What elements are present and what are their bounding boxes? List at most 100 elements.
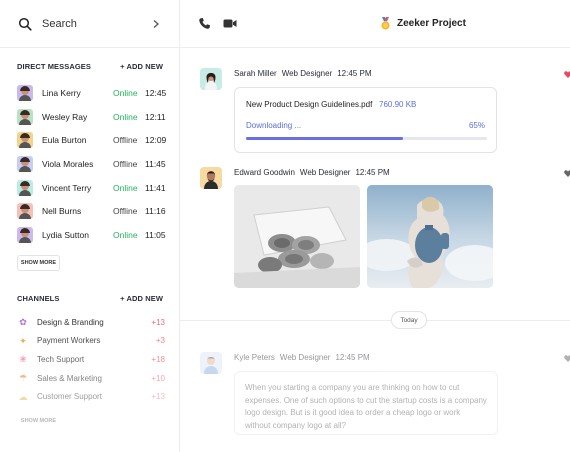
- contact-time: 11:45: [145, 158, 166, 169]
- image-attachment-towels[interactable]: [234, 185, 360, 288]
- avatar[interactable]: [200, 167, 222, 189]
- contact-status: Online: [113, 182, 138, 193]
- channel-unread-count: +13: [151, 317, 165, 327]
- download-progress-bar: [246, 137, 487, 140]
- cloud-icon: ☁: [18, 391, 28, 402]
- date-divider-line: [180, 320, 570, 321]
- heart-icon[interactable]: [564, 170, 570, 177]
- file-size: 760.90 KB: [379, 100, 417, 109]
- file-attachment[interactable]: New Product Design Guidelines.pdf 760.90…: [234, 87, 497, 153]
- flower-icon: ❀: [19, 354, 27, 365]
- direct-message-item[interactable]: Viola Morales Offline 11:45: [17, 152, 166, 176]
- avatar: [17, 226, 33, 243]
- channels-list: ✿ Design & Branding +13 ✦ Payment Workers +3 ❀…: [17, 313, 166, 406]
- channel-unread-count: +10: [151, 373, 165, 383]
- direct-message-item[interactable]: Lydia Sutton Online 11:05: [17, 223, 166, 247]
- avatar-hair: [20, 227, 30, 233]
- project-title: Zeeker Project: [380, 17, 466, 30]
- video-camera-icon[interactable]: [223, 18, 237, 29]
- sender-name[interactable]: Sarah Miller: [234, 69, 277, 78]
- download-status: Downloading ...: [246, 121, 302, 130]
- sender-name[interactable]: Kyle Peters: [234, 353, 275, 362]
- contact-name: Viola Morales: [42, 158, 94, 169]
- avatar: [17, 84, 33, 101]
- avatar-body: [19, 165, 31, 172]
- download-percent: 65%: [468, 121, 485, 130]
- medal-icon: [381, 17, 390, 30]
- contact-time: 11:05: [145, 229, 166, 240]
- contact-status: Offline: [113, 158, 138, 169]
- contact-time: 12:11: [145, 111, 166, 122]
- message-time: 12:45 PM: [337, 69, 372, 78]
- show-more-channels-button[interactable]: SHOW MORE: [17, 413, 60, 429]
- avatar: [17, 203, 33, 220]
- direct-message-item[interactable]: Eula Burton Offline 12:09: [17, 128, 167, 152]
- avatar-hair: [20, 85, 30, 91]
- channels-header: CHANNELS + ADD NEW: [0, 294, 180, 303]
- contact-name: Eula Burton: [42, 135, 87, 146]
- heart-icon[interactable]: [564, 355, 570, 362]
- message-text: When you starting a company you are thin…: [234, 371, 498, 435]
- image-attachment-sculpture[interactable]: [367, 185, 493, 288]
- contact-name: Lydia Sutton: [42, 229, 89, 240]
- conversation-header: Zeeker Project: [180, 0, 570, 48]
- contact-status: Online: [113, 111, 138, 122]
- direct-message-item[interactable]: Vincent Terry Online 11:41: [17, 176, 166, 200]
- avatar-hair: [20, 156, 30, 162]
- channel-item[interactable]: ☁ Customer Support +13: [17, 387, 166, 406]
- avatar-hair: [20, 133, 30, 139]
- avatar-hair: [20, 109, 30, 115]
- heart-icon[interactable]: [564, 71, 570, 78]
- direct-message-item[interactable]: Wesley Ray Online 12:11: [17, 105, 166, 129]
- show-more-messages-button[interactable]: SHOW MORE: [17, 255, 60, 271]
- channel-unread-count: +3: [155, 336, 165, 346]
- channel-name: Tech Support: [37, 354, 85, 364]
- avatar: [17, 132, 33, 149]
- sculpture-sky-image: [367, 185, 493, 288]
- direct-message-item[interactable]: Nell Burns Offline 11:16: [17, 199, 166, 223]
- conversation-panel: Zeeker Project Sarah Miller Web Designer…: [180, 0, 570, 452]
- chat-app: Search DIRECT MESSAGES + ADD NEW Lina Ke…: [0, 0, 570, 452]
- contact-time: 12:45: [145, 87, 167, 98]
- avatar-body: [19, 118, 31, 125]
- add-direct-message-button[interactable]: + ADD NEW: [120, 62, 163, 71]
- channel-name: Sales & Marketing: [37, 373, 102, 383]
- avatar-body: [19, 236, 31, 243]
- avatar[interactable]: [200, 68, 222, 90]
- contact-status: Offline: [113, 206, 138, 217]
- message-meta: Edward Goodwin Web Designer 12:45 PM: [234, 168, 390, 177]
- file-name[interactable]: New Product Design Guidelines.pdf: [246, 100, 372, 109]
- avatar: [17, 155, 33, 172]
- channel-name: Payment Workers: [37, 336, 101, 346]
- avatar-hair: [20, 180, 30, 186]
- contact-time: 12:09: [145, 135, 167, 146]
- channel-item[interactable]: ☂ Sales & Marketing +10: [17, 369, 165, 388]
- search-bar[interactable]: Search: [0, 0, 179, 48]
- contact-status: Online: [113, 229, 138, 240]
- direct-message-item[interactable]: Lina Kerry Online 12:45: [17, 81, 167, 105]
- avatar[interactable]: [200, 352, 222, 374]
- channel-item[interactable]: ❀ Tech Support +18: [17, 350, 165, 369]
- message-meta: Sarah Miller Web Designer 12:45 PM: [234, 69, 371, 78]
- sender-role: Web Designer: [279, 353, 331, 362]
- channel-name: Customer Support: [37, 392, 102, 402]
- channels-title: CHANNELS: [17, 294, 60, 303]
- rainbow-icon: ☂: [18, 373, 28, 384]
- towel-stack-image: [234, 185, 360, 288]
- phone-icon[interactable]: [198, 17, 211, 30]
- contact-name: Nell Burns: [42, 206, 82, 217]
- direct-messages-list: Lina Kerry Online 12:45 Wesley Ray Online 12:…: [17, 81, 167, 247]
- sidebar: Search DIRECT MESSAGES + ADD NEW Lina Ke…: [0, 0, 180, 452]
- contact-name: Wesley Ray: [42, 111, 88, 122]
- contact-status: Offline: [113, 135, 138, 146]
- avatar: [17, 108, 33, 125]
- user-portrait-icon: [200, 352, 222, 374]
- contact-name: Lina Kerry: [42, 87, 81, 98]
- chevron-right-icon[interactable]: [151, 19, 161, 29]
- search-input[interactable]: Search: [42, 18, 151, 30]
- add-channel-button[interactable]: + ADD NEW: [120, 294, 163, 303]
- channel-item[interactable]: ✦ Payment Workers +3: [17, 332, 165, 351]
- contact-time: 11:41: [145, 182, 166, 193]
- channel-item[interactable]: ✿ Design & Branding +13: [17, 313, 165, 332]
- sender-name[interactable]: Edward Goodwin: [234, 168, 295, 177]
